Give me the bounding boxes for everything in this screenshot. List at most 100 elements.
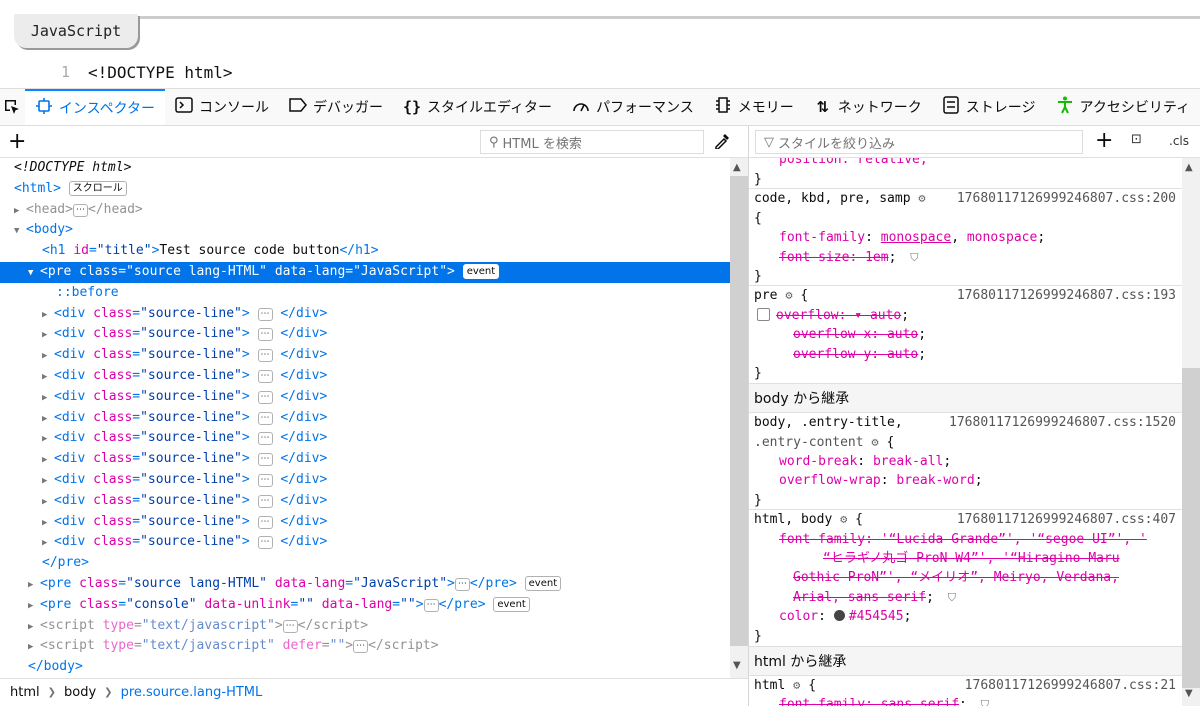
scroll-up-icon[interactable]: ▲ [1185,162,1193,173]
source-line-node[interactable]: ▶ <div class="source-line"> ⋯ </div> [0,512,730,533]
pseudo-class-toggle-icon[interactable]: ⊡ [1131,132,1142,147]
scrollbar-thumb[interactable] [730,176,748,646]
source-line-node[interactable]: ▶ <div class="source-line"> ⋯ </div> [0,470,730,491]
source-line-node[interactable]: ▶ <div class="source-line"> ⋯ </div> [0,345,730,366]
add-node-icon[interactable]: + [8,129,26,154]
scrollbar-thumb[interactable] [1182,368,1200,688]
html-search-input[interactable]: ⚲ HTML を検索 [480,130,704,154]
rule-source-link[interactable]: 17680117126999246807.css:193 [957,286,1176,305]
rule-selector[interactable]: html, body ⚙ {17680117126999246807.css:4… [749,510,1182,529]
h1-node[interactable]: <h1 id="title">Test source code button</… [0,241,730,262]
source-line-node[interactable]: ▶ <div class="source-line"> ⋯ </div> [0,449,730,470]
declaration-checkbox[interactable] [757,307,770,321]
cls-toggle-button[interactable]: .cls [1169,134,1189,148]
breadcrumb-body[interactable]: body [64,685,96,700]
code-line: 1 <!DOCTYPE html> [0,58,1200,86]
body-node[interactable]: ▼ <body> [0,220,730,241]
rule-source-link[interactable]: 17680117126999246807.css:21 [965,676,1176,695]
rule-close: } [754,628,762,644]
style-filter-input[interactable]: ▽ スタイルを絞り込み [755,130,1083,154]
filter-icon[interactable]: ⛉ [948,591,956,604]
gear-icon[interactable]: ⚙ [785,288,792,302]
performance-icon [572,97,590,117]
add-rule-icon[interactable]: + [1095,128,1113,153]
tab-inspector[interactable]: インスペクター [24,89,166,125]
inherited-header-html: html から継承 [749,645,1182,676]
tab-label: デバッガー [313,100,384,116]
pre-node[interactable]: ▶ <pre class="source lang-HTML" data-lang… [0,574,730,595]
body-close-node: </body> [28,659,83,675]
scroll-badge[interactable]: スクロール [68,180,127,196]
source-line-node[interactable]: ▶ <div class="source-line"> ⋯ </div> [0,324,730,345]
rules-scrollbar[interactable]: ▲ ▼ [1182,158,1200,706]
tab-accessibility[interactable]: アクセシビリティ [1046,89,1200,125]
declaration[interactable]: color: #454545; [749,607,1182,626]
rule-selector[interactable]: body, .entry-title, 17680117126999246807.… [749,413,1182,432]
eyedropper-icon[interactable] [714,131,732,154]
gear-icon[interactable]: ⚙ [918,191,925,205]
rule-close: } [749,170,1182,190]
declaration-overridden[interactable]: font-family: '“Lucida Grande”', '“segoe … [749,530,1182,549]
declaration-overridden[interactable]: overflow-y: auto; [749,345,1182,364]
tab-memory[interactable]: メモリー [704,89,804,125]
pre-node-selected[interactable]: ▼ <pre class="source lang-HTML" data-lang… [0,261,730,283]
source-line-node[interactable]: ▶ <div class="source-line"> ⋯ </div> [0,491,730,512]
tab-style-editor[interactable]: {} スタイルエディター [393,89,562,125]
language-button[interactable]: JavaScript [14,14,138,48]
declaration[interactable]: font-family: monospace, monospace; [749,228,1182,247]
script-node[interactable]: ▶ <script type="text/javascript"> ⋯ </scrip… [0,616,730,637]
breadcrumb-pre[interactable]: pre.source.lang-HTML [121,685,263,700]
declaration-overridden-cont: Gothic ProN”', “メイリオ”, Meiryo, Verdana, [793,570,1119,586]
declaration-overridden[interactable]: font-family: sans-serif; ⛉ [749,695,1182,706]
color-swatch[interactable] [833,610,845,622]
pre-console-node[interactable]: ▶ <pre class="console" data-unlink="" dat… [0,595,730,616]
rule-selector-cont[interactable]: .entry-content ⚙ { [749,433,1182,452]
source-line-node[interactable]: ▶ <div class="source-line"> ⋯ </div> [0,366,730,387]
filter-placeholder: スタイルを絞り込み [778,136,896,152]
rule-selector[interactable]: html ⚙ {17680117126999246807.css:21 [749,676,1182,695]
scroll-down-icon[interactable]: ▼ [733,660,741,671]
event-badge[interactable]: event [462,263,500,279]
breadcrumb-html[interactable]: html [10,685,40,700]
accessibility-icon [1056,96,1074,118]
rule-selector[interactable]: code, kbd, pre, samp ⚙ 176801171269992468… [749,189,1182,208]
source-line-node[interactable]: ▶ <div class="source-line"> ⋯ </div> [0,428,730,449]
filter-icon[interactable]: ⛉ [981,698,989,706]
tab-storage[interactable]: ストレージ [932,89,1046,125]
tab-performance[interactable]: パフォーマンス [562,89,704,125]
declaration[interactable]: word-break: break-all; [749,452,1182,471]
html-node[interactable]: <html> スクロール [0,179,730,200]
event-badge[interactable]: event [524,575,562,591]
before-pseudo-node[interactable]: ::before [0,283,730,304]
scroll-up-icon[interactable]: ▲ [733,162,741,173]
source-line-node[interactable]: ▶ <div class="source-line"> ⋯ </div> [0,387,730,408]
declaration-overridden[interactable]: font-size: 1em; ⛉ [749,248,1182,267]
source-line-node[interactable]: ▶ <div class="source-line"> ⋯ </div> [0,304,730,325]
scroll-down-icon[interactable]: ▼ [1185,688,1193,699]
markup-scrollbar[interactable]: ▲ ▼ [730,158,748,678]
declaration[interactable]: overflow-wrap: break-word; [749,471,1182,490]
tab-label: ストレージ [965,100,1036,116]
markup-toolbar: + ⚲ HTML を検索 [0,126,748,158]
source-line-node[interactable]: ▶ <div class="source-line"> ⋯ </div> [0,532,730,553]
gear-icon[interactable]: ⚙ [840,512,847,526]
script-defer-node[interactable]: ▶ <script type="text/javascript" defer=""… [0,636,730,657]
element-picker-icon[interactable] [0,89,25,125]
tab-network[interactable]: ⇅ ネットワーク [804,89,932,125]
gear-icon[interactable]: ⚙ [871,435,878,449]
source-line-node[interactable]: ▶ <div class="source-line"> ⋯ </div> [0,408,730,429]
filter-icon[interactable]: ⛉ [910,251,918,264]
event-badge[interactable]: event [493,596,530,612]
rule-source-link[interactable]: 17680117126999246807.css:1520 [949,413,1176,432]
rule-source-link[interactable]: 17680117126999246807.css:407 [957,510,1176,529]
declaration-overridden[interactable]: overflow: ▾ auto; [749,306,1182,325]
declaration-overridden[interactable]: overflow-x: auto; [749,325,1182,344]
doctype-node[interactable]: <!DOCTYPE html> [0,158,730,179]
rule-source-link[interactable]: 17680117126999246807.css:200 [957,189,1176,208]
rule-selector[interactable]: pre ⚙ {17680117126999246807.css:193 [749,286,1182,305]
tab-console[interactable]: コンソール [165,89,279,125]
debugger-icon [289,98,308,116]
tab-debugger[interactable]: デバッガー [279,89,393,125]
gear-icon[interactable]: ⚙ [793,678,800,692]
head-node[interactable]: ▶ <head> ⋯ </head> [0,200,730,221]
